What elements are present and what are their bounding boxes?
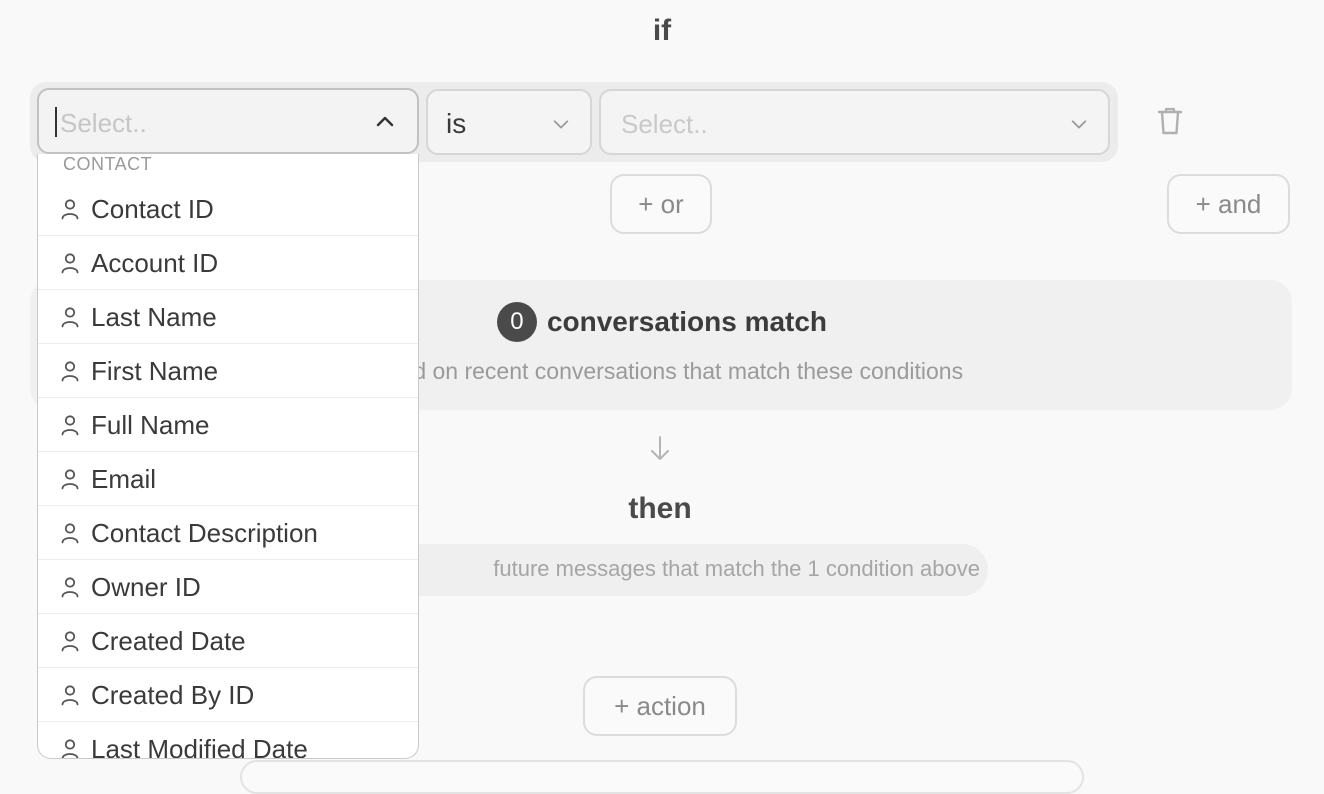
option-created-by-id[interactable]: Created By ID	[38, 669, 418, 722]
option-label: Contact ID	[91, 194, 214, 224]
chevron-up-icon	[376, 116, 394, 127]
person-icon	[61, 415, 79, 436]
add-and-button[interactable]: + and	[1167, 174, 1290, 234]
option-label: First Name	[91, 356, 219, 386]
person-icon	[61, 523, 79, 544]
operator-value: is	[446, 108, 467, 139]
match-count-badge: 0	[496, 302, 537, 342]
field-dropdown-menu[interactable]: CONTACT Contact ID Account ID Last Name …	[37, 154, 419, 759]
option-label: Last Name	[91, 302, 217, 332]
chevron-down-icon	[1071, 120, 1087, 129]
option-created-date[interactable]: Created Date	[38, 615, 418, 668]
chevron-down-icon	[553, 120, 569, 129]
option-label: Created Date	[91, 626, 246, 656]
operator-select[interactable]: is	[426, 89, 592, 155]
arrow-down-icon	[651, 436, 669, 460]
if-label: if	[652, 14, 672, 47]
option-contact-description[interactable]: Contact Description	[38, 507, 418, 560]
action-card	[240, 760, 1084, 794]
option-label: Created By ID	[91, 680, 255, 710]
option-label: Email	[91, 464, 157, 494]
option-owner-id[interactable]: Owner ID	[38, 561, 418, 614]
option-email[interactable]: Email	[38, 453, 418, 506]
person-icon	[61, 253, 79, 274]
add-action-button[interactable]: + action	[583, 676, 737, 736]
person-icon	[61, 307, 79, 328]
option-label: Owner ID	[91, 572, 201, 602]
field-select-placeholder: Select..	[60, 108, 147, 138]
option-label: Full Name	[91, 410, 210, 440]
option-last-name[interactable]: Last Name	[38, 291, 418, 344]
then-subtitle: future messages that match the 1 conditi…	[493, 556, 980, 581]
option-label: Contact Description	[91, 518, 318, 548]
option-contact-id[interactable]: Contact ID	[38, 183, 418, 236]
person-icon	[61, 469, 79, 490]
person-icon	[61, 361, 79, 382]
person-icon	[61, 685, 79, 706]
field-select[interactable]: Select..	[37, 88, 419, 154]
group-label-contact: CONTACT	[63, 154, 153, 174]
person-icon	[61, 577, 79, 598]
option-label: Last Modified Date	[91, 734, 308, 759]
option-first-name[interactable]: First Name	[38, 345, 418, 398]
person-icon	[61, 631, 79, 652]
person-icon	[61, 739, 79, 758]
match-title: conversations match	[546, 306, 828, 337]
trash-icon[interactable]	[1156, 106, 1184, 136]
value-select[interactable]: Select..	[599, 89, 1110, 155]
add-or-button[interactable]: + or	[610, 174, 712, 234]
text-caret	[55, 107, 57, 137]
person-icon	[61, 199, 79, 220]
option-full-name[interactable]: Full Name	[38, 399, 418, 452]
option-label: Account ID	[91, 248, 219, 278]
value-select-placeholder: Select..	[621, 109, 708, 139]
option-account-id[interactable]: Account ID	[38, 237, 418, 290]
option-last-modified-date[interactable]: Last Modified Date	[38, 723, 418, 759]
